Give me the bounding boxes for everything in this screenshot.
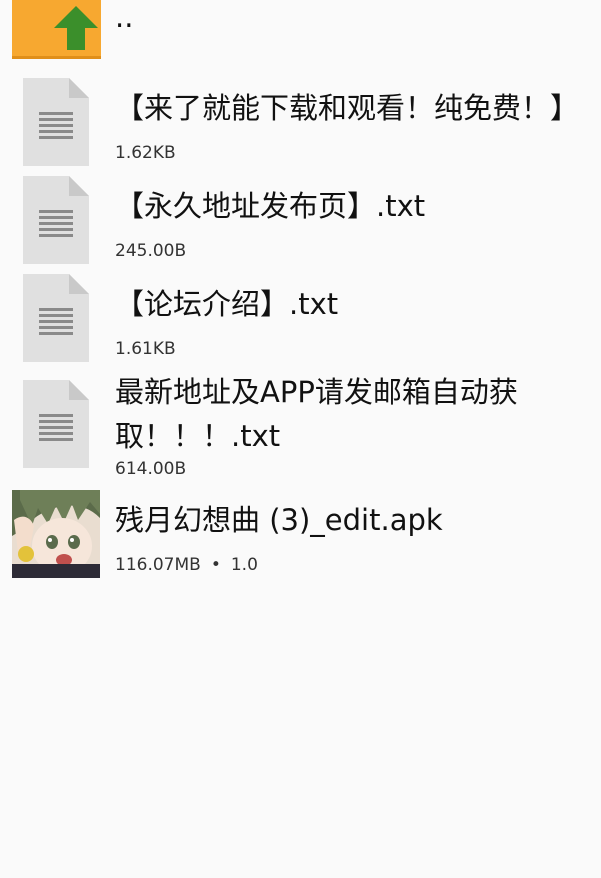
meta-separator: •	[210, 555, 221, 575]
file-size: 1.62KB	[115, 143, 176, 163]
folder-up-icon	[12, 0, 101, 59]
file-name: 最新地址及APP请发邮箱自动获取！！！.txt	[115, 375, 518, 453]
file-size: 614.00B	[115, 459, 187, 479]
text-file-icon	[23, 78, 89, 166]
file-name: 残月幻想曲 (3)_edit.apk	[115, 503, 443, 537]
text-file-icon	[23, 274, 89, 362]
file-name: 【永久地址发布页】.txt	[115, 189, 426, 223]
file-row[interactable]: 【论坛介绍】.txt 1.61KB	[0, 274, 601, 366]
app-icon	[12, 490, 100, 578]
file-row[interactable]: 最新地址及APP请发邮箱自动获取！！！.txt 614.00B	[0, 370, 601, 482]
file-row[interactable]: 【永久地址发布页】.txt 245.00B	[0, 176, 601, 268]
file-list: .. 【来了就能下载和观看！纯免费！】 1.62KB 【永久地址发布页】.txt…	[0, 0, 601, 878]
file-name: 【来了就能下载和观看！纯免费！】	[115, 91, 580, 125]
text-file-icon	[23, 176, 89, 264]
file-size: 1.61KB	[115, 339, 176, 359]
file-name: 【论坛介绍】.txt	[115, 287, 339, 321]
file-size: 116.07MB	[115, 555, 201, 575]
file-size: 245.00B	[115, 241, 187, 261]
app-version: 1.0	[230, 555, 258, 575]
file-row[interactable]: 残月幻想曲 (3)_edit.apk 116.07MB • 1.0	[0, 490, 601, 582]
parent-directory-row[interactable]: ..	[0, 0, 601, 64]
parent-directory-label: ..	[115, 0, 134, 34]
file-row[interactable]: 【来了就能下载和观看！纯免费！】 1.62KB	[0, 78, 601, 170]
text-file-icon	[23, 380, 89, 468]
file-meta: 116.07MB • 1.0	[115, 554, 601, 576]
